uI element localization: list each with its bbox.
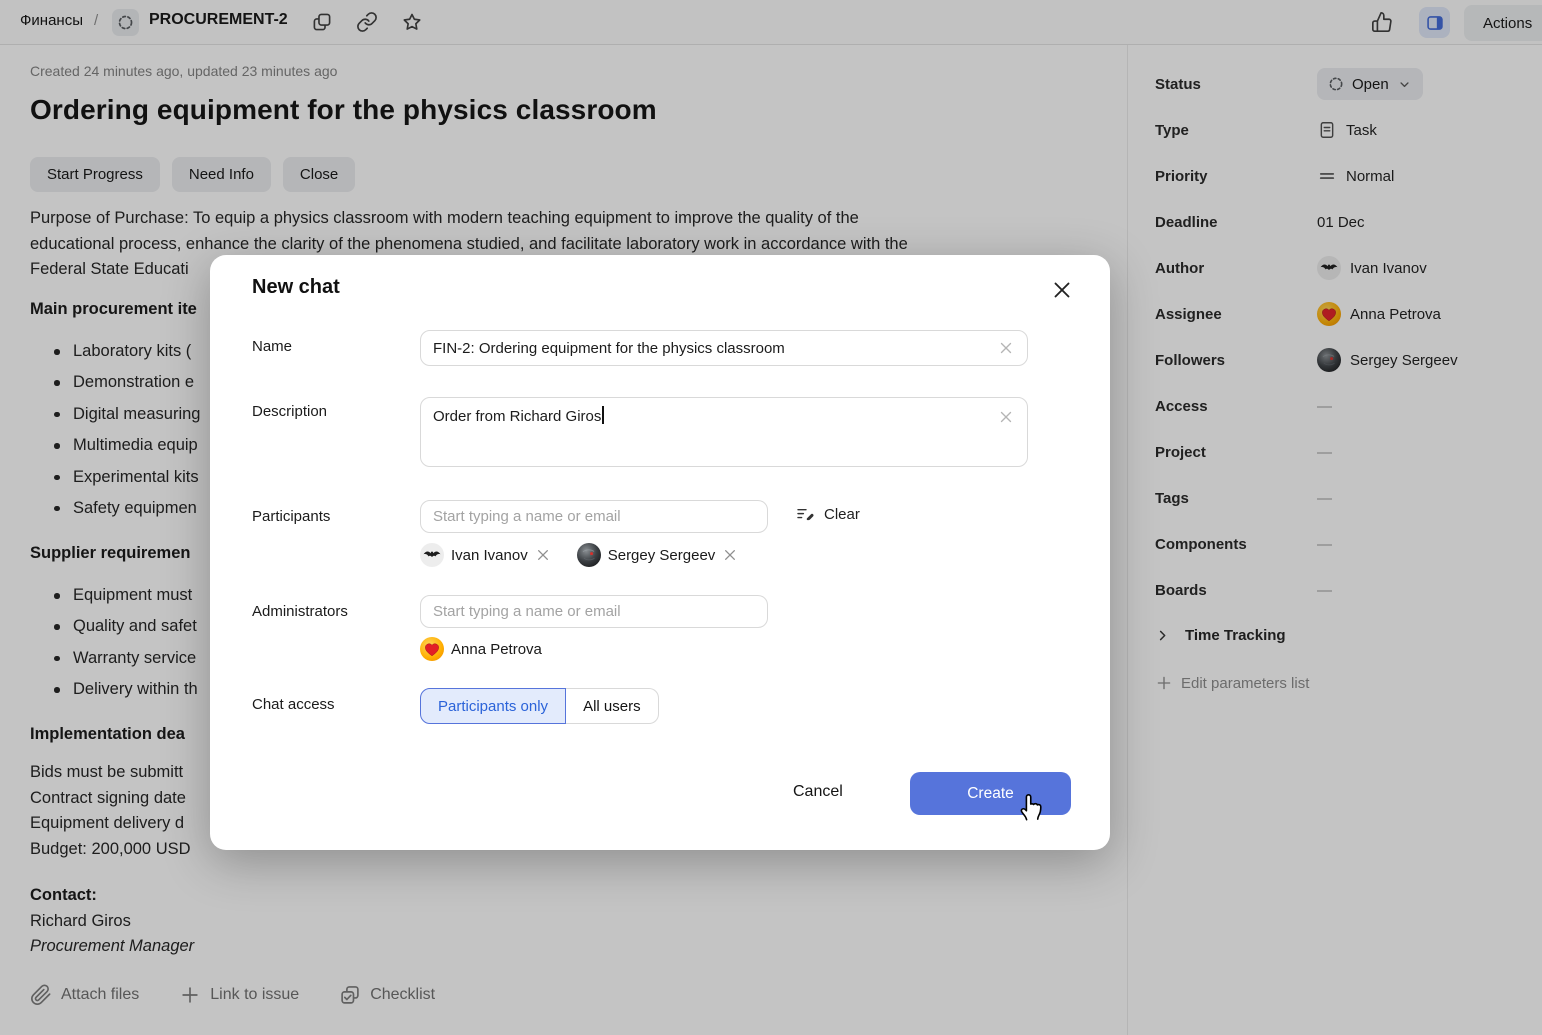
participants-input[interactable]: Start typing a name or email: [420, 500, 768, 533]
administrator-chip: Anna Petrova: [420, 637, 542, 661]
create-button[interactable]: Create: [910, 772, 1071, 815]
remove-participant-icon[interactable]: [535, 547, 551, 563]
name-label: Name: [252, 338, 292, 355]
name-input[interactable]: FIN-2: Ordering equipment for the physic…: [420, 330, 1028, 366]
description-label: Description: [252, 403, 327, 420]
issue-page: Финансы / PROCUREMENT-2 Actions Created …: [0, 0, 1542, 1035]
text-caret: [602, 406, 604, 424]
description-text: Order from Richard: [433, 408, 566, 425]
cancel-button[interactable]: Cancel: [793, 783, 843, 801]
clear-participants-button[interactable]: Clear: [795, 504, 860, 525]
administrators-chips: Anna Petrova: [420, 637, 542, 661]
chat-access-option-all-users[interactable]: All users: [566, 688, 659, 724]
chat-access-segmented-control: Participants only All users: [420, 688, 659, 724]
participant-chip: Ivan Ivanov: [420, 543, 551, 567]
new-chat-modal: New chat Name FIN-2: Ordering equipment …: [210, 255, 1110, 850]
clear-description-icon[interactable]: [997, 408, 1015, 426]
administrators-input[interactable]: Start typing a name or email: [420, 595, 768, 628]
participant-chip: Sergey Sergeev: [577, 543, 739, 567]
chat-access-option-participants-only[interactable]: Participants only: [420, 688, 566, 724]
description-textarea[interactable]: Order from Richard Giros: [420, 397, 1028, 467]
misspelled-word: Giros: [566, 408, 602, 425]
participants-chips: Ivan Ivanov Sergey Sergeev: [420, 543, 738, 567]
clear-broom-icon: [795, 504, 816, 525]
heart-avatar: [420, 637, 444, 661]
administrators-label: Administrators: [252, 603, 348, 620]
robot-avatar: [577, 543, 601, 567]
remove-participant-icon[interactable]: [722, 547, 738, 563]
participants-label: Participants: [252, 508, 330, 525]
bat-avatar: [420, 543, 444, 567]
close-icon[interactable]: [1050, 278, 1074, 302]
modal-title: New chat: [252, 276, 340, 299]
clear-name-icon[interactable]: [997, 339, 1015, 357]
chat-access-label: Chat access: [252, 696, 335, 713]
